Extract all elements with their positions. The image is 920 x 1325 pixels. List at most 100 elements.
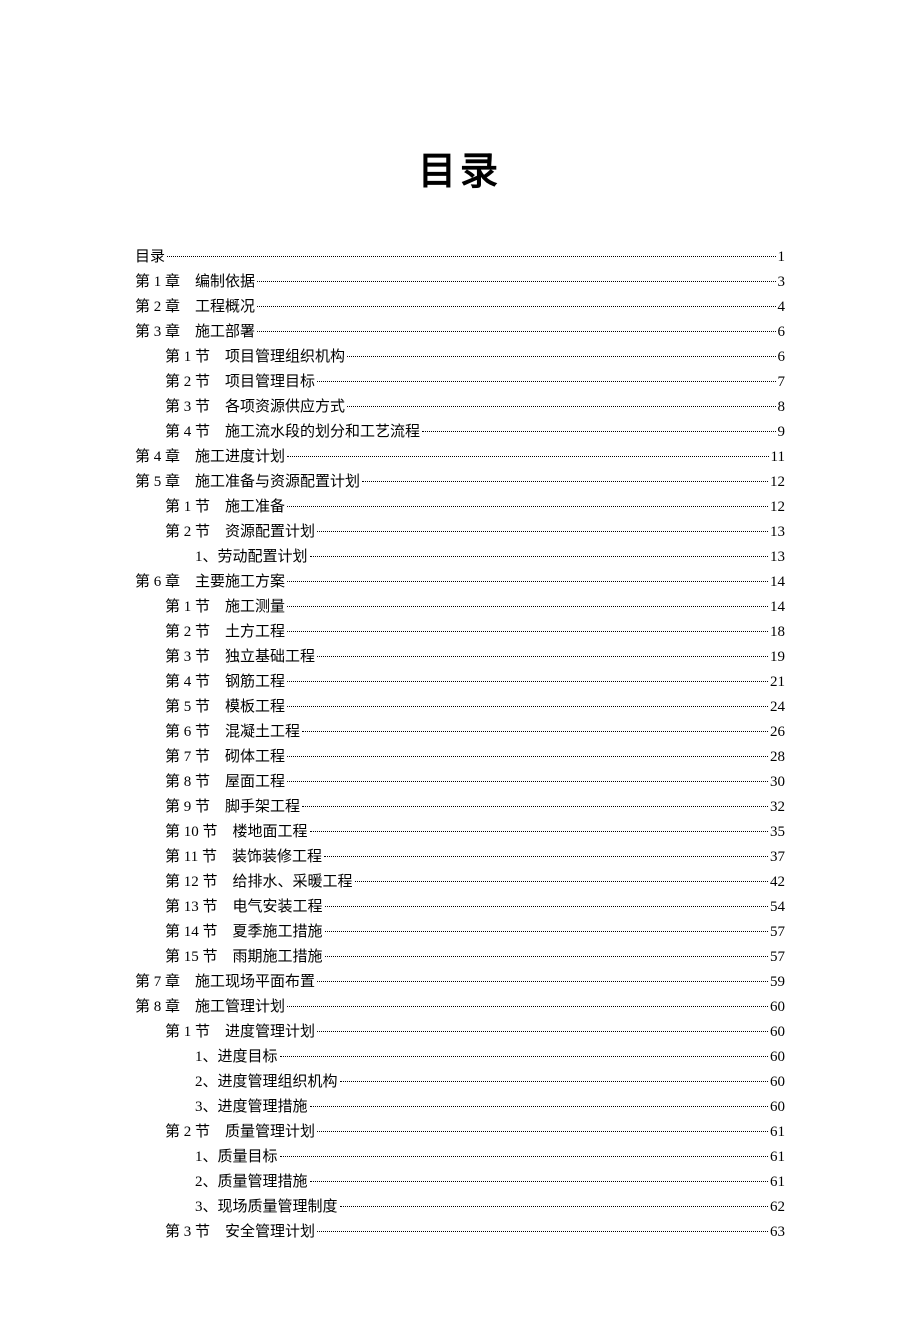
toc-leader-dots	[325, 906, 768, 907]
toc-entry-page: 60	[770, 1020, 785, 1044]
toc-entry[interactable]: 第 12 节 给排水、采暖工程42	[135, 870, 785, 894]
toc-entry-label: 3、现场质量管理制度	[195, 1195, 338, 1219]
toc-entry[interactable]: 第 3 节 独立基础工程19	[135, 645, 785, 669]
toc-entry[interactable]: 第 1 节 施工准备12	[135, 495, 785, 519]
toc-entry[interactable]: 第 8 章 施工管理计划60	[135, 995, 785, 1019]
toc-entry[interactable]: 3、进度管理措施60	[135, 1095, 785, 1119]
toc-entry[interactable]: 第 1 节 施工测量14	[135, 595, 785, 619]
toc-entry[interactable]: 第 2 章 工程概况4	[135, 295, 785, 319]
toc-entry[interactable]: 第 13 节 电气安装工程54	[135, 895, 785, 919]
toc-entry[interactable]: 1、进度目标60	[135, 1045, 785, 1069]
toc-entry-page: 12	[770, 495, 785, 519]
toc-entry[interactable]: 第 6 章 主要施工方案 14	[135, 570, 785, 594]
toc-entry[interactable]: 第 2 节 质量管理计划61	[135, 1120, 785, 1144]
toc-entry[interactable]: 第 8 节 屋面工程30	[135, 770, 785, 794]
toc-leader-dots	[302, 731, 768, 732]
toc-entry[interactable]: 2、进度管理组织机构60	[135, 1070, 785, 1094]
toc-entry-page: 57	[770, 920, 785, 944]
toc-leader-dots	[287, 631, 768, 632]
toc-entry[interactable]: 第 3 节 各项资源供应方式8	[135, 395, 785, 419]
toc-leader-dots	[325, 931, 768, 932]
toc-entry-label: 第 2 节 土方工程	[165, 620, 285, 644]
toc-entry-page: 1	[778, 245, 786, 269]
toc-entry-label: 第 3 节 安全管理计划	[165, 1220, 315, 1244]
toc-entry-label: 第 6 节 混凝土工程	[165, 720, 300, 744]
toc-leader-dots	[287, 756, 768, 757]
toc-entry-label: 第 7 章 施工现场平面布置	[135, 970, 315, 994]
toc-leader-dots	[287, 456, 769, 457]
toc-leader-dots	[287, 706, 768, 707]
toc-entry[interactable]: 第 14 节 夏季施工措施 57	[135, 920, 785, 944]
toc-entry-page: 11	[771, 445, 785, 469]
toc-leader-dots	[287, 506, 768, 507]
toc-entry-page: 60	[770, 1095, 785, 1119]
toc-entry-page: 62	[770, 1195, 785, 1219]
toc-leader-dots	[317, 1031, 768, 1032]
toc-leader-dots	[340, 1206, 768, 1207]
toc-leader-dots	[310, 1106, 768, 1107]
toc-entry-page: 24	[770, 695, 785, 719]
toc-entry-label: 第 1 节 项目管理组织机构	[165, 345, 345, 369]
toc-entry[interactable]: 第 5 章 施工准备与资源配置计划12	[135, 470, 785, 494]
toc-entry-page: 54	[770, 895, 785, 919]
toc-leader-dots	[317, 981, 768, 982]
toc-entry-label: 第 1 节 进度管理计划	[165, 1020, 315, 1044]
toc-entry-page: 21	[770, 670, 785, 694]
toc-entry[interactable]: 第 1 节 项目管理组织机构6	[135, 345, 785, 369]
toc-leader-dots	[310, 556, 768, 557]
toc-leader-dots	[355, 881, 768, 882]
toc-leader-dots	[347, 406, 775, 407]
toc-entry-label: 第 2 章 工程概况	[135, 295, 255, 319]
toc-entry[interactable]: 第 7 节 砌体工程28	[135, 745, 785, 769]
toc-entry-label: 第 15 节 雨期施工措施	[165, 945, 323, 969]
toc-entry-page: 7	[778, 370, 786, 394]
toc-entry-page: 61	[770, 1120, 785, 1144]
toc-leader-dots	[422, 431, 775, 432]
toc-leader-dots	[287, 581, 768, 582]
toc-entry[interactable]: 第 4 章 施工进度计划 11	[135, 445, 785, 469]
toc-entry[interactable]: 第 5 节 模板工程24	[135, 695, 785, 719]
toc-entry-label: 第 10 节 楼地面工程	[165, 820, 308, 844]
toc-entry-page: 8	[778, 395, 786, 419]
toc-entry-page: 63	[770, 1220, 785, 1244]
toc-entry[interactable]: 第 1 章 编制依据3	[135, 270, 785, 294]
toc-leader-dots	[347, 356, 775, 357]
toc-leader-dots	[325, 956, 768, 957]
toc-entry[interactable]: 2、质量管理措施61	[135, 1170, 785, 1194]
toc-entry-label: 第 7 节 砌体工程	[165, 745, 285, 769]
toc-entry[interactable]: 第 4 节 施工流水段的划分和工艺流程9	[135, 420, 785, 444]
toc-entry[interactable]: 第 10 节 楼地面工程35	[135, 820, 785, 844]
toc-entry[interactable]: 1、质量目标61	[135, 1145, 785, 1169]
toc-entry[interactable]: 第 2 节 土方工程18	[135, 620, 785, 644]
toc-leader-dots	[257, 331, 775, 332]
toc-entry[interactable]: 第 11 节 装饰装修工程37	[135, 845, 785, 869]
toc-entry-label: 第 9 节 脚手架工程	[165, 795, 300, 819]
toc-entry[interactable]: 第 15 节 雨期施工措施 57	[135, 945, 785, 969]
toc-leader-dots	[257, 306, 775, 307]
toc-entry[interactable]: 3、现场质量管理制度 62	[135, 1195, 785, 1219]
toc-entry-label: 1、劳动配置计划	[195, 545, 308, 569]
toc-entry[interactable]: 第 6 节 混凝土工程 26	[135, 720, 785, 744]
toc-leader-dots	[324, 856, 768, 857]
toc-entry-page: 60	[770, 1045, 785, 1069]
toc-entry[interactable]: 第 7 章 施工现场平面布置59	[135, 970, 785, 994]
toc-entry[interactable]: 第 3 节 安全管理计划 63	[135, 1220, 785, 1244]
toc-entry[interactable]: 1、劳动配置计划13	[135, 545, 785, 569]
toc-leader-dots	[287, 781, 768, 782]
toc-entry[interactable]: 第 2 节 资源配置计划13	[135, 520, 785, 544]
toc-entry-label: 第 6 章 主要施工方案	[135, 570, 285, 594]
toc-entry-page: 26	[770, 720, 785, 744]
toc-entry-label: 第 4 章 施工进度计划	[135, 445, 285, 469]
toc-entry-page: 37	[770, 845, 785, 869]
toc-entry-page: 12	[770, 470, 785, 494]
toc-entry[interactable]: 第 1 节 进度管理计划 60	[135, 1020, 785, 1044]
toc-entry[interactable]: 第 4 节 钢筋工程21	[135, 670, 785, 694]
toc-entry[interactable]: 第 2 节 项目管理目标 7	[135, 370, 785, 394]
toc-entry[interactable]: 第 9 节 脚手架工程32	[135, 795, 785, 819]
toc-entry-label: 第 14 节 夏季施工措施	[165, 920, 323, 944]
toc-entry[interactable]: 第 3 章 施工部署6	[135, 320, 785, 344]
toc-entry-page: 14	[770, 570, 785, 594]
toc-entry[interactable]: 目录1	[135, 245, 785, 269]
toc-entry-label: 第 2 节 项目管理目标	[165, 370, 315, 394]
toc-entry-page: 57	[770, 945, 785, 969]
